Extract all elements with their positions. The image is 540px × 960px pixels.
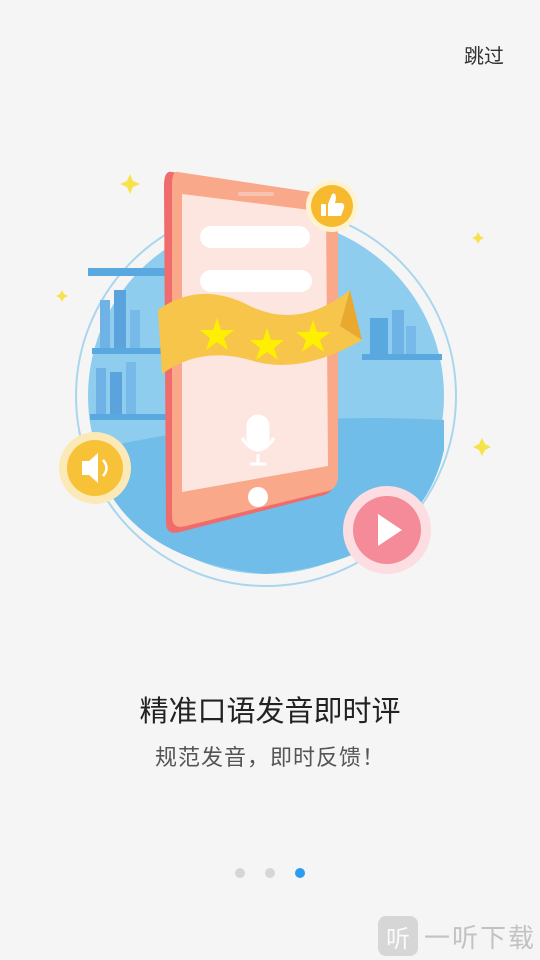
page-dot-2[interactable] [265,868,275,878]
watermark: 听 一听下载 [377,916,536,956]
slide-title: 精准口语发音即时评 [139,694,401,728]
slide-subtitle: 规范发音，即时反馈！ [154,746,385,771]
page-indicator [0,868,540,878]
page-dot-3-active[interactable] [295,868,305,878]
play-icon [343,486,431,574]
watermark-text: 一听下载 [423,923,536,954]
page-dot-1[interactable] [235,868,245,878]
thumbs-up-icon [306,180,358,232]
watermark-logo-icon: 听 [377,916,418,956]
onboarding-illustration [56,171,491,587]
skip-button[interactable]: 跳过 [464,40,504,69]
speaker-icon [59,432,131,504]
